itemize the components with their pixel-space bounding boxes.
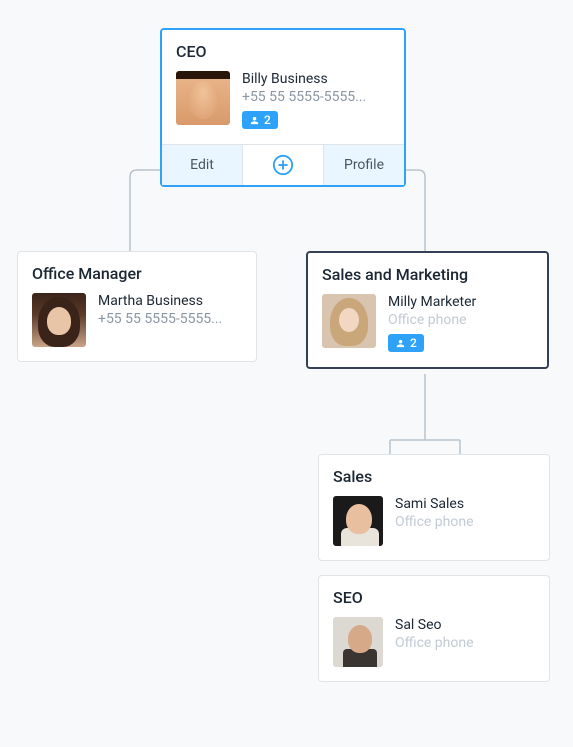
avatar (333, 617, 383, 667)
profile-button[interactable]: Profile (324, 145, 404, 185)
org-node-ceo[interactable]: CEO Billy Business +55 55 5555-5555... 2… (160, 28, 406, 187)
phone-label: Office phone (395, 635, 535, 651)
role-title: Sales and Marketing (308, 253, 547, 294)
phone-label: Office phone (395, 514, 535, 530)
add-button[interactable] (243, 145, 324, 185)
avatar (333, 496, 383, 546)
role-title: SEO (319, 576, 549, 617)
person-name: Billy Business (242, 71, 390, 87)
reports-badge[interactable]: 2 (242, 111, 278, 129)
role-title: Sales (319, 455, 549, 496)
person-icon (249, 115, 260, 126)
person-icon (395, 338, 406, 349)
person-name: Milly Marketer (388, 294, 533, 310)
org-node-sales-marketing[interactable]: Sales and Marketing Milly Marketer Offic… (306, 251, 549, 369)
plus-circle-icon (272, 154, 294, 176)
org-node-office-manager[interactable]: Office Manager Martha Business +55 55 55… (17, 251, 257, 362)
avatar (322, 294, 376, 348)
phone-number: +55 55 5555-5555... (98, 311, 242, 327)
avatar (32, 293, 86, 347)
role-title: CEO (162, 30, 404, 71)
role-title: Office Manager (18, 252, 256, 293)
person-name: Sami Sales (395, 496, 535, 512)
org-node-seo[interactable]: SEO Sal Seo Office phone (318, 575, 550, 682)
org-node-sales[interactable]: Sales Sami Sales Office phone (318, 454, 550, 561)
phone-label: Office phone (388, 312, 533, 328)
reports-count: 2 (410, 336, 417, 350)
reports-count: 2 (264, 113, 271, 127)
reports-badge[interactable]: 2 (388, 334, 424, 352)
person-name: Martha Business (98, 293, 242, 309)
edit-button[interactable]: Edit (162, 145, 243, 185)
phone-number: +55 55 5555-5555... (242, 89, 390, 105)
avatar (176, 71, 230, 125)
person-name: Sal Seo (395, 617, 535, 633)
